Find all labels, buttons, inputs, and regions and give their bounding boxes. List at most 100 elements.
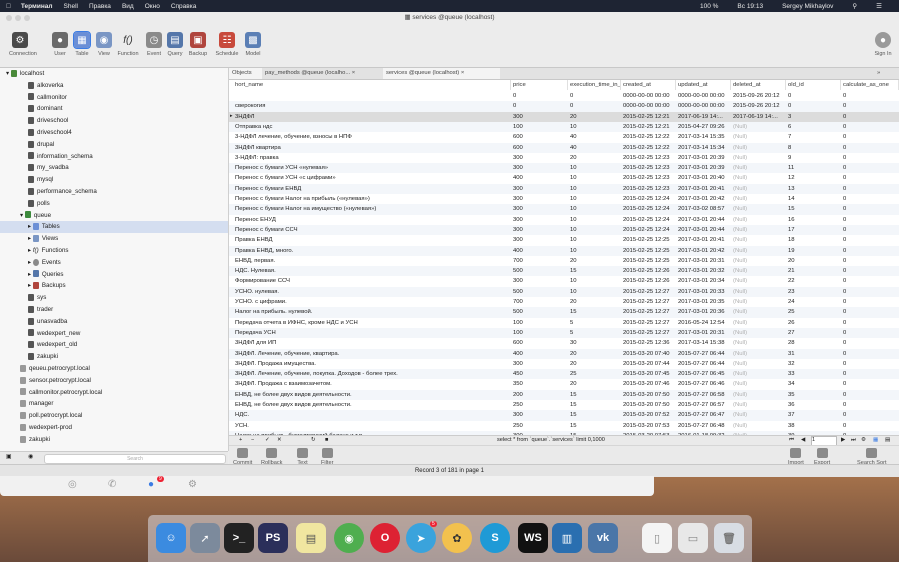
tree-item-connection[interactable]: qeueu.petrocrypt.local	[0, 363, 228, 375]
table-cell[interactable]: 10	[568, 225, 621, 235]
table-row[interactable]: 3НДФЛ. Продажа имущества. 300 20 2015-03-20…	[229, 359, 899, 369]
table-cell[interactable]: 20	[568, 256, 621, 266]
table-cell[interactable]: (Null)	[731, 122, 786, 132]
column-header[interactable]: calculate_as_one	[841, 80, 899, 90]
table-cell[interactable]: (Null)	[731, 307, 786, 317]
table-cell[interactable]: 2015-02-25 12:24	[621, 194, 676, 204]
tree-item-localhost[interactable]: ▾ localhost	[0, 68, 228, 80]
column-header[interactable]: execution_time_in_	[568, 80, 621, 90]
apple-icon[interactable]: 	[6, 3, 11, 10]
table-cell[interactable]: Перенос ЕНУД	[233, 215, 511, 225]
tree-item-connection[interactable]: sensor.petrocrypt.local	[0, 375, 228, 387]
table-cell[interactable]: Перенос с бумаги Налог на прибыль («нуле…	[233, 194, 511, 204]
table-cell[interactable]: 300	[511, 410, 568, 420]
webstorm-icon[interactable]: WS	[518, 523, 548, 553]
table-cell[interactable]: (Null)	[731, 215, 786, 225]
table-cell[interactable]: 2015-02-25 12:24	[621, 204, 676, 214]
clock[interactable]: Вс 19:13	[737, 3, 763, 10]
discard-icon[interactable]: ✕	[277, 437, 282, 443]
table-cell[interactable]: 0	[841, 225, 899, 235]
table-cell[interactable]: 300	[511, 204, 568, 214]
table-cell[interactable]: Перенос с бумаги УСН «нулевая»	[233, 163, 511, 173]
chat-icon[interactable]: ●	[148, 479, 154, 490]
table-cell[interactable]: 0	[841, 297, 899, 307]
settings-icon[interactable]: ⚙	[861, 437, 866, 443]
vk-icon[interactable]: vk	[588, 523, 618, 553]
table-row[interactable]: УСНО. с цифрами. 700 20 2015-02-25 12:27 201…	[229, 297, 899, 307]
table-cell[interactable]: 2015-02-25 12:27	[621, 307, 676, 317]
table-cell[interactable]: 0000-00-00 00:00	[676, 91, 731, 101]
table-cell[interactable]: 3НДФЛ. Продажа с взаимозачетом.	[233, 379, 511, 389]
table-cell[interactable]: Формирование ССЧ	[233, 276, 511, 286]
tree-item-db[interactable]: mysql	[0, 174, 228, 186]
table-cell[interactable]: Перенос с бумаги ССЧ	[233, 225, 511, 235]
table-cell[interactable]: (Null)	[731, 421, 786, 431]
table-cell[interactable]: 0000-00-00 00:00	[621, 101, 676, 111]
table-cell[interactable]: 37	[786, 410, 841, 420]
model-button[interactable]: ▩ Model	[242, 26, 264, 57]
table-cell[interactable]: 0	[841, 318, 899, 328]
table-cell[interactable]: 10	[568, 184, 621, 194]
table-cell[interactable]: 2015-02-25 12:25	[621, 235, 676, 245]
trash-icon[interactable]: 🗑	[714, 523, 744, 553]
table-cell[interactable]: 0	[841, 184, 899, 194]
tree-item-db[interactable]: polls	[0, 198, 228, 210]
table-cell[interactable]: 22	[786, 276, 841, 286]
table-cell[interactable]: 11	[786, 163, 841, 173]
table-cell[interactable]: 2017-03-14 15:38	[676, 338, 731, 348]
column-header[interactable]: price	[511, 80, 568, 90]
table-cell[interactable]: 20	[568, 359, 621, 369]
phone-icon[interactable]: ✆	[108, 479, 116, 490]
table-cell[interactable]: 0	[511, 91, 568, 101]
table-cell[interactable]: (Null)	[731, 297, 786, 307]
table-cell[interactable]: (Null)	[731, 328, 786, 338]
table-cell[interactable]: 2015-02-25 12:21	[621, 122, 676, 132]
table-cell[interactable]: 0	[841, 256, 899, 266]
table-cell[interactable]: 15	[568, 421, 621, 431]
prev-page-icon[interactable]: ◀	[801, 437, 805, 443]
tree-item-db[interactable]: information_schema	[0, 151, 228, 163]
table-cell[interactable]: 0	[841, 204, 899, 214]
apply-icon[interactable]: ✓	[265, 437, 270, 443]
minimize-icon[interactable]	[15, 15, 21, 21]
table-cell[interactable]: 2015-02-25 12:25	[621, 246, 676, 256]
tree-item-backups[interactable]: ▸ Backups	[0, 280, 228, 292]
table-cell[interactable]: 18	[786, 235, 841, 245]
table-cell[interactable]: 2015-02-25 12:26	[621, 266, 676, 276]
table-cell[interactable]: 2015-09-26 20:12	[731, 91, 786, 101]
table-cell[interactable]: (Null)	[731, 390, 786, 400]
table-row[interactable]: 3-НДФЛ лечение, обучение, взносы в НПФ 60…	[229, 132, 899, 142]
table-cell[interactable]: 10	[568, 163, 621, 173]
tree-item-connection[interactable]: poll.petrocrypt.local	[0, 410, 228, 422]
table-cell[interactable]: (Null)	[731, 287, 786, 297]
table-cell[interactable]: (Null)	[731, 410, 786, 420]
table-cell[interactable]: 40	[568, 143, 621, 153]
table-row[interactable]: ЕНВД, первая. 700 20 2015-02-25 12:25 2017-0…	[229, 256, 899, 266]
refresh-icon[interactable]: ↻	[311, 437, 316, 443]
table-cell[interactable]: 2015-03-20 07:53	[621, 421, 676, 431]
function-button[interactable]: f() Function	[117, 26, 139, 58]
table-cell[interactable]: 0	[841, 390, 899, 400]
table-cell[interactable]: 0	[841, 163, 899, 173]
table-cell[interactable]: (Null)	[731, 246, 786, 256]
table-cell[interactable]: 13	[786, 184, 841, 194]
table-cell[interactable]: 300	[511, 163, 568, 173]
table-cell[interactable]: НДС.	[233, 410, 511, 420]
table-cell[interactable]: Перенос с бумаги УСН «с цифрами»	[233, 173, 511, 183]
table-row[interactable]: Перенос ЕНУД 300 10 2015-02-25 12:24 2017-03…	[229, 215, 899, 225]
table-cell[interactable]: 0000-00-00 00:00	[676, 101, 731, 111]
table-cell[interactable]: 500	[511, 287, 568, 297]
table-cell[interactable]: 2015-03-20 07:46	[621, 379, 676, 389]
more-tabs-icon[interactable]: »	[874, 68, 880, 79]
table-cell[interactable]: 300	[511, 235, 568, 245]
table-cell[interactable]: 250	[511, 400, 568, 410]
table-cell[interactable]: 17	[786, 225, 841, 235]
tree-item-db[interactable]: trader	[0, 304, 228, 316]
table-cell[interactable]: 2017-03-01 20:34	[676, 276, 731, 286]
egg-app-icon[interactable]: ✿	[442, 523, 472, 553]
table-cell[interactable]: (Null)	[731, 225, 786, 235]
table-cell[interactable]: УСНО. с цифрами.	[233, 297, 511, 307]
table-cell[interactable]: 600	[511, 143, 568, 153]
table-cell[interactable]: 2017-03-01 20:41	[676, 235, 731, 245]
downloads-icon[interactable]: ▭	[678, 523, 708, 553]
